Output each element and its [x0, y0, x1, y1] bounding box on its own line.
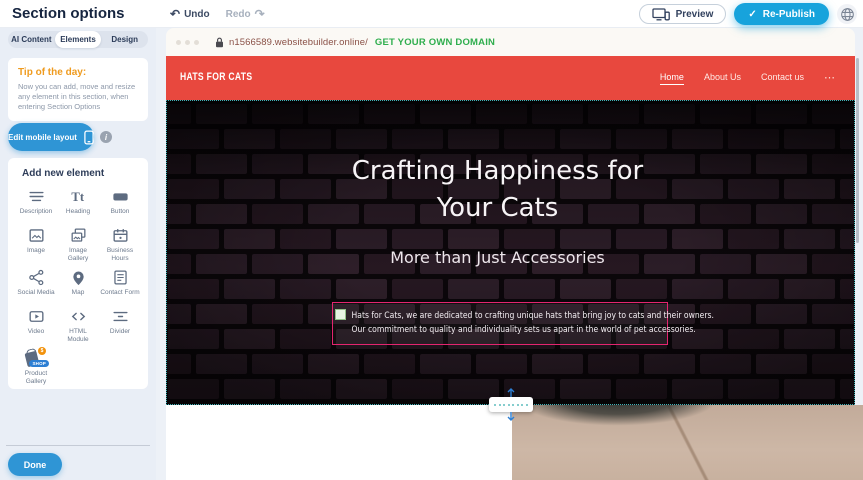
tab-elements[interactable]: Elements [55, 31, 102, 48]
social-media-icon [27, 268, 46, 287]
check-icon: ✓ [748, 9, 756, 20]
page-title: Section options [12, 5, 125, 22]
new-badge: $ [38, 347, 46, 355]
hero-paragraph-selected[interactable]: Hats for Cats, we are dedicated to craft… [332, 302, 668, 345]
hero-heading[interactable]: Crafting Happiness for Your Cats [333, 153, 663, 227]
undo-button[interactable]: ↶ Undo [170, 8, 210, 20]
hero-subheading[interactable]: More than Just Accessories [167, 248, 828, 267]
add-new-element-panel: Add new element Description Tt Heading B… [8, 158, 148, 389]
tip-of-the-day-card: Tip of the day: Now you can add, move an… [8, 58, 148, 121]
undo-redo-group: ↶ Undo Redo ↷ [170, 0, 265, 28]
devices-icon [652, 8, 670, 21]
tab-ai-content[interactable]: AI Content [8, 31, 55, 48]
add-element-html-module[interactable]: HTML Module [57, 307, 99, 343]
heading-icon: Tt [69, 187, 88, 206]
hero-content: Crafting Happiness for Your Cats More th… [167, 101, 854, 404]
add-element-image[interactable]: Image [15, 226, 57, 262]
window-dot [185, 40, 190, 45]
add-element-contact-form[interactable]: Contact Form [99, 268, 141, 301]
tip-title: Tip of the day: [18, 67, 138, 78]
add-element-map[interactable]: Map [57, 268, 99, 301]
url-text[interactable]: n1566589.websitebuilder.online/ [229, 37, 368, 48]
preview-scrollbar[interactable] [856, 58, 859, 243]
nav-more-icon[interactable]: ⋯ [824, 73, 835, 84]
next-section-carpet-photo[interactable] [512, 405, 863, 480]
business-hours-icon [111, 226, 130, 245]
section-height-drag-handle[interactable] [489, 397, 533, 412]
republish-label: Re-Publish [763, 9, 815, 20]
tab-design[interactable]: Design [101, 31, 148, 48]
next-section-blank[interactable] [166, 405, 512, 480]
divider-icon [111, 307, 130, 326]
republish-button[interactable]: ✓ Re-Publish [734, 3, 829, 25]
lock-icon [215, 37, 224, 48]
description-icon [27, 187, 46, 206]
nav-about-us[interactable]: About Us [704, 72, 741, 84]
sidebar-tabs: AI Content Elements Design [8, 31, 148, 48]
video-icon [27, 307, 46, 326]
redo-button[interactable]: Redo ↷ [226, 8, 265, 20]
hero-paragraph-lines: Hats for Cats, we are dedicated to craft… [335, 309, 665, 337]
nav-contact-us[interactable]: Contact us [761, 72, 804, 84]
add-element-image-gallery[interactable]: Image Gallery [57, 226, 99, 262]
map-pin-icon [69, 268, 88, 287]
shop-badge: SHOP [29, 360, 49, 367]
browser-chrome: n1566589.websitebuilder.online/ GET YOUR… [166, 28, 855, 56]
topbar-actions: Preview ✓ Re-Publish [639, 0, 857, 28]
contact-form-icon [111, 268, 130, 287]
hero-section-selected[interactable]: Crafting Happiness for Your Cats More th… [166, 100, 855, 405]
site-logo[interactable]: HATS FOR CATS [180, 71, 252, 83]
preview-label: Preview [676, 9, 714, 20]
image-gallery-icon [69, 226, 88, 245]
site-nav: Home About Us Contact us ⋯ [660, 56, 835, 100]
add-element-description[interactable]: Description [15, 187, 57, 220]
add-element-product-gallery[interactable]: $ SHOP Product Gallery [15, 349, 57, 385]
preview-button[interactable]: Preview [639, 4, 727, 24]
app: Section options ↶ Undo Redo ↷ Preview [0, 0, 863, 480]
add-element-video[interactable]: Video [15, 307, 57, 343]
redo-label: Redo [226, 9, 251, 20]
nav-home[interactable]: Home [660, 72, 684, 85]
language-globe-button[interactable] [837, 4, 857, 24]
edit-mobile-label: Edit mobile layout [8, 133, 77, 142]
get-your-own-domain-link[interactable]: GET YOUR OWN DOMAIN [375, 37, 495, 48]
undo-icon: ↶ [170, 8, 180, 20]
hero-paragraph-line: Our commitment to quality and individual… [352, 323, 649, 337]
element-grid: Description Tt Heading Button I [15, 187, 141, 385]
undo-label: Undo [184, 9, 210, 20]
info-icon[interactable]: i [100, 131, 112, 143]
add-element-heading[interactable]: Tt Heading [57, 187, 99, 220]
redo-icon: ↷ [255, 8, 265, 20]
window-dot [194, 40, 199, 45]
sidebar-divider [6, 445, 150, 446]
add-element-divider[interactable]: Divider [99, 307, 141, 343]
sidebar: AI Content Elements Design Tip of the da… [0, 28, 156, 480]
html-module-icon [69, 307, 88, 326]
site-header: HATS FOR CATS Home About Us Contact us ⋯ [166, 56, 855, 100]
image-icon [27, 226, 46, 245]
arrow-down-icon [506, 412, 516, 421]
add-element-title: Add new element [22, 168, 141, 179]
hero-paragraph-line: Hats for Cats, we are dedicated to craft… [352, 309, 649, 323]
element-resize-handle[interactable] [335, 309, 346, 320]
tip-body: Now you can add, move and resize any ele… [18, 82, 138, 112]
phone-icon [84, 130, 94, 145]
done-button[interactable]: Done [8, 453, 62, 476]
add-element-social-media[interactable]: Social Media [15, 268, 57, 301]
edit-mobile-layout-button[interactable]: Edit mobile layout [8, 123, 94, 151]
window-dot [176, 40, 181, 45]
arrow-up-icon [506, 388, 516, 397]
button-icon [111, 187, 130, 206]
add-element-button[interactable]: Button [99, 187, 141, 220]
topbar: Section options ↶ Undo Redo ↷ Preview [0, 0, 863, 28]
globe-icon [840, 7, 855, 22]
add-element-business-hours[interactable]: Business Hours [99, 226, 141, 262]
svg-text:Tt: Tt [71, 190, 84, 204]
product-gallery-icon: $ SHOP [24, 349, 48, 368]
